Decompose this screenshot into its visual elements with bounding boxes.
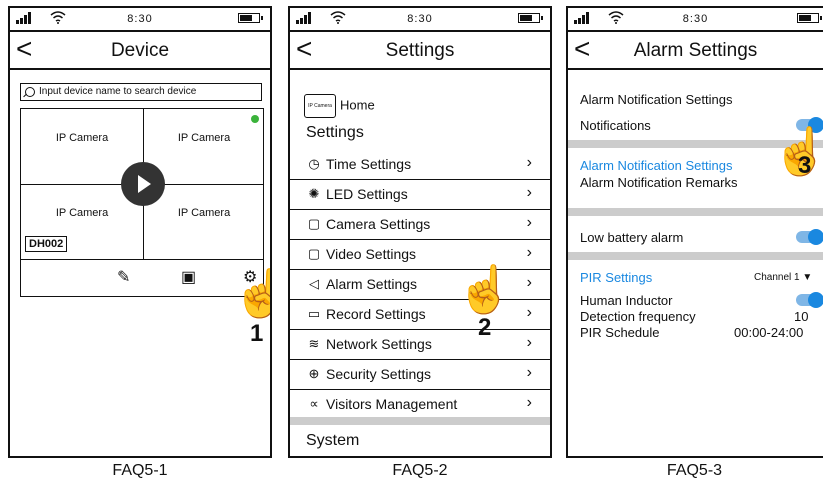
camera-label: IP Camera	[177, 207, 231, 219]
settings-row[interactable]: ▢ Camera Settings ›	[290, 209, 550, 240]
shield-icon: ⊕	[308, 366, 320, 381]
settings-row-label: LED Settings	[326, 186, 408, 202]
status-time: 8:30	[127, 13, 153, 25]
page-title: Alarm Settings	[633, 40, 758, 61]
playback-icon[interactable]: ▣	[181, 267, 196, 287]
pir-schedule-value[interactable]: 00:00-24:00	[734, 325, 803, 340]
led-icon: ✺	[308, 186, 320, 201]
chevron-right-icon: ›	[526, 244, 532, 261]
video-icon: ▢	[307, 246, 321, 261]
phone-device-screen: 8:30 < Device Input device name to searc…	[8, 6, 272, 458]
nav-bar: < Settings	[290, 32, 550, 70]
low-battery-toggle[interactable]	[796, 229, 823, 245]
settings-row-label: Security Settings	[326, 366, 432, 382]
step-number: 1	[250, 320, 264, 347]
chevron-right-icon: ›	[526, 184, 532, 201]
section-divider	[290, 417, 550, 425]
human-inductor-toggle[interactable]	[796, 292, 823, 308]
record-icon: ▭	[307, 306, 321, 321]
edit-icon[interactable]: ✎	[117, 267, 130, 287]
system-section-title: System	[306, 432, 360, 449]
status-bar: 8:30	[290, 8, 550, 32]
pir-settings-link[interactable]: PIR Settings	[580, 270, 652, 285]
battery-icon	[238, 13, 263, 23]
section-divider	[568, 208, 823, 216]
share-icon: ∝	[309, 396, 319, 411]
battery-icon	[797, 13, 822, 23]
phone-alarm-settings-screen: 8:30 < Alarm Settings Alarm Notification…	[566, 6, 823, 458]
settings-row[interactable]: ≋ Network Settings ›	[290, 329, 550, 360]
status-bar: 8:30	[10, 8, 270, 32]
home-label: Home	[340, 97, 375, 113]
figure-caption: FAQ5-2	[392, 462, 448, 479]
settings-row-label: Video Settings	[326, 246, 417, 262]
chevron-right-icon: ›	[526, 274, 532, 291]
phone-settings-screen: 8:30 < Settings IP Camera Home Settings ◷…	[288, 6, 552, 458]
detection-frequency-value[interactable]: 10	[794, 309, 808, 324]
figure-caption: FAQ5-3	[666, 462, 723, 479]
pir-schedule-label: PIR Schedule	[580, 325, 660, 340]
camera-label: IP Camera	[55, 207, 109, 219]
settings-row[interactable]: ⊕ Security Settings ›	[290, 359, 550, 390]
settings-row-label: Network Settings	[326, 336, 432, 352]
camera-thumbnail-icon: IP Camera	[304, 94, 336, 118]
settings-row-label: Record Settings	[326, 306, 426, 322]
chevron-right-icon: ›	[526, 394, 532, 411]
device-toolbar: ✎ ▣ ⚙	[20, 259, 264, 297]
chevron-right-icon: ›	[526, 364, 532, 381]
camera-label: IP Camera	[55, 132, 109, 144]
nav-bar: < Device	[10, 32, 270, 70]
chevron-right-icon: ›	[526, 334, 532, 351]
device-tag: DH002	[25, 236, 68, 252]
camera-grid[interactable]: IP Camera IP Camera IP Camera DH002 IP Ca…	[20, 108, 264, 260]
search-icon	[25, 87, 35, 97]
nav-bar: < Alarm Settings	[568, 32, 823, 70]
settings-section-title: Settings	[306, 124, 364, 141]
settings-row[interactable]: ✺ LED Settings ›	[290, 179, 550, 210]
detection-frequency-label: Detection frequency	[580, 309, 696, 324]
status-time: 8:30	[407, 13, 433, 25]
pointing-hand-icon: ☝	[456, 263, 514, 315]
settings-row-label: Alarm Settings	[326, 276, 418, 292]
page-title: Device	[110, 40, 170, 61]
alarm-remarks-label[interactable]: Alarm Notification Remarks	[580, 175, 738, 190]
play-button[interactable]	[121, 162, 165, 206]
notifications-label: Notifications	[580, 118, 651, 133]
notification-header: Alarm Notification Settings	[580, 92, 733, 107]
channel-select[interactable]: Channel 1 ▼	[754, 272, 812, 283]
pointing-hand-icon: ☝	[232, 270, 270, 316]
settings-row-label: Camera Settings	[326, 216, 431, 232]
settings-row[interactable]: ∝ Visitors Management ›	[290, 389, 550, 420]
chevron-right-icon: ›	[526, 214, 532, 231]
online-indicator	[251, 115, 259, 123]
camera-icon: ▢	[307, 216, 321, 231]
bell-icon: ◁	[309, 276, 319, 291]
figure-caption: FAQ5-1	[112, 462, 168, 479]
settings-row-label: Time Settings	[326, 156, 412, 172]
clock-icon: ◷	[308, 156, 320, 171]
low-battery-label: Low battery alarm	[580, 230, 684, 245]
settings-row-label: Visitors Management	[326, 396, 458, 412]
step-number: 2	[478, 314, 492, 341]
human-inductor-label: Human Inductor	[580, 293, 673, 308]
settings-row[interactable]: ◷ Time Settings ›	[290, 149, 550, 180]
chevron-right-icon: ›	[526, 304, 532, 321]
search-input[interactable]: Input device name to search device	[20, 83, 262, 101]
search-placeholder: Input device name to search device	[39, 86, 197, 97]
chevron-right-icon: ›	[526, 154, 532, 171]
home-entry[interactable]: IP Camera Home	[304, 94, 375, 118]
alarm-notification-settings-link[interactable]: Alarm Notification Settings	[580, 158, 732, 173]
camera-label: IP Camera	[177, 132, 231, 144]
wifi-icon: ≋	[308, 336, 320, 351]
status-bar: 8:30	[568, 8, 823, 32]
page-title: Settings	[385, 40, 455, 61]
step-number: 3	[798, 152, 812, 179]
section-divider	[568, 252, 823, 260]
status-time: 8:30	[682, 13, 709, 25]
battery-icon	[518, 13, 543, 23]
